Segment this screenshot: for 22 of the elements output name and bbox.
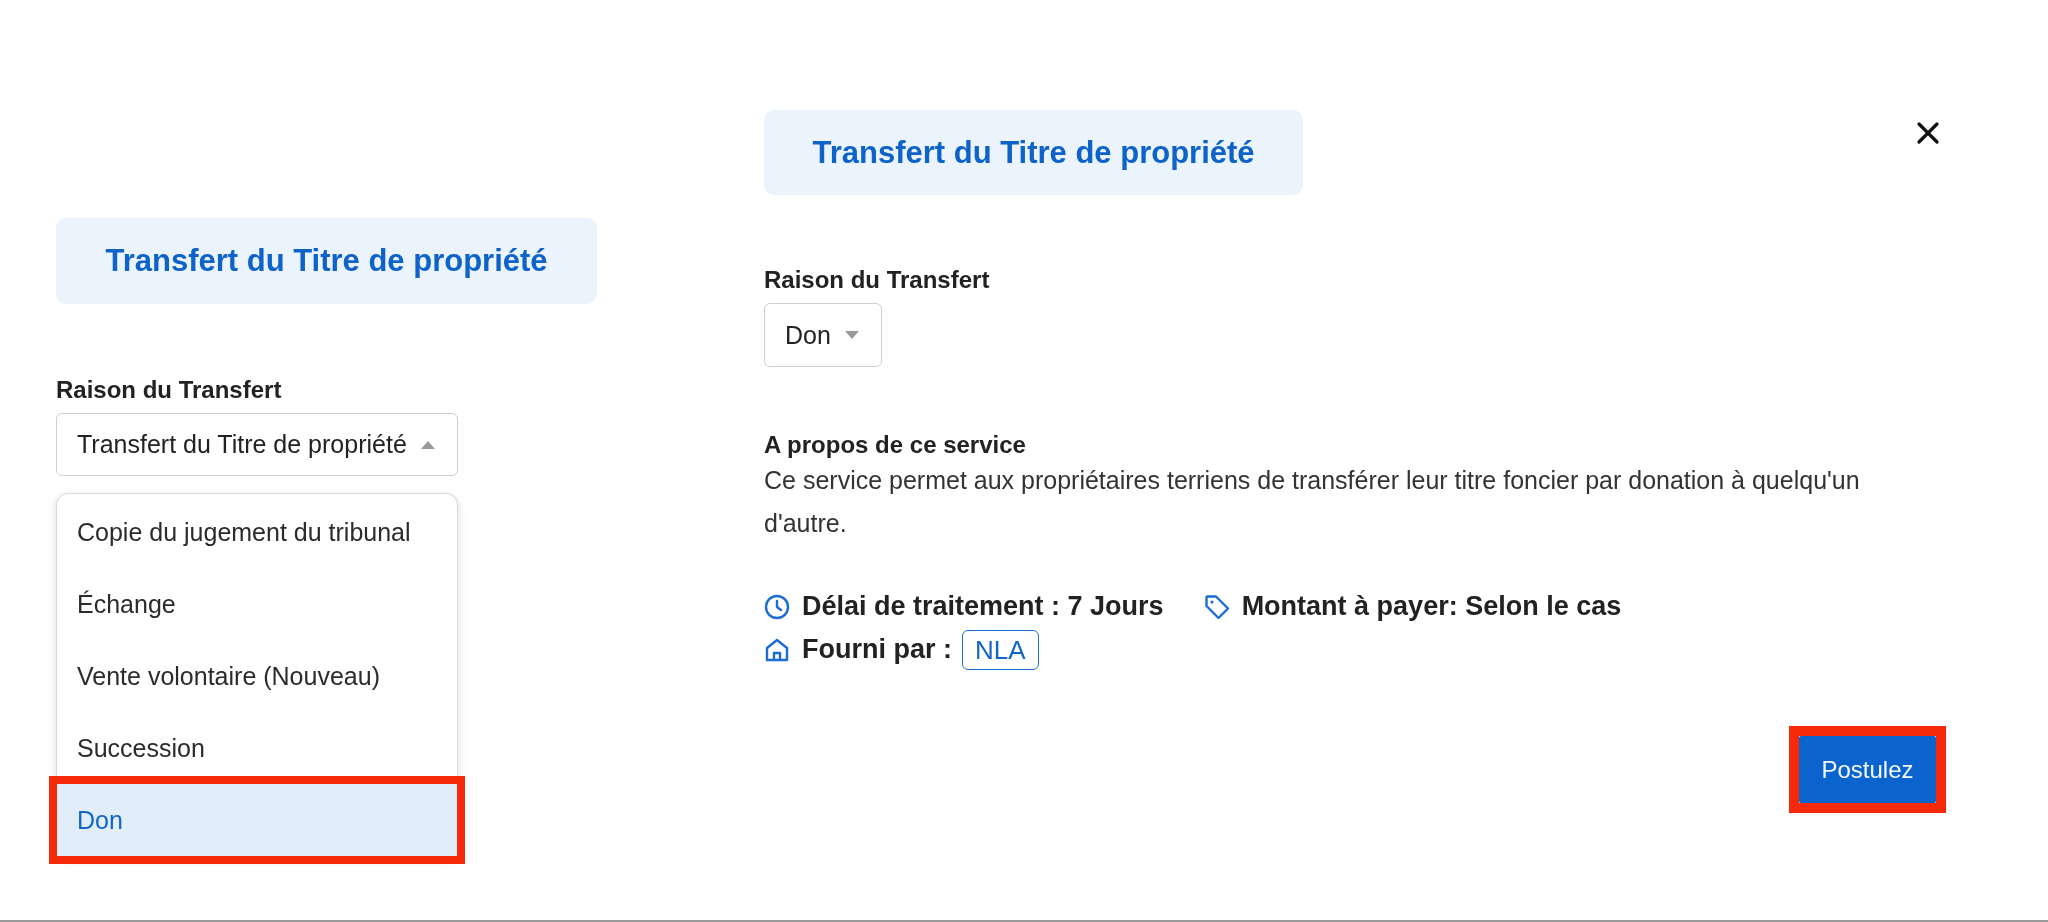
field-label: Raison du Transfert xyxy=(56,376,283,404)
close-icon[interactable] xyxy=(1916,121,1940,145)
apply-button[interactable]: Postulez xyxy=(1799,736,1936,803)
tag-icon xyxy=(1203,593,1230,620)
title-banner: Transfert du Titre de propriété xyxy=(56,218,597,304)
section-heading: A propos de ce service xyxy=(764,431,1026,459)
provider-badge: NLA xyxy=(962,629,1039,670)
reason-select[interactable]: Transfert du Titre de propriété xyxy=(56,413,458,476)
dropdown-option[interactable]: Copie du jugement du tribunal xyxy=(57,496,457,568)
title-banner: Transfert du Titre de propriété xyxy=(764,110,1303,195)
processing-time-text: Délai de traitement : 7 Jours xyxy=(802,591,1164,622)
provider-label: Fourni par : xyxy=(802,634,952,665)
reason-select[interactable]: Don xyxy=(764,303,882,367)
dropdown-option[interactable]: Vente volontaire (Nouveau) xyxy=(57,640,457,712)
dropdown-option[interactable]: Don xyxy=(57,784,457,856)
house-icon xyxy=(764,636,790,663)
dropdown-option[interactable]: Échange xyxy=(57,568,457,640)
description-text: Ce service permet aux propriétaires terriens de transférer leur titre foncier par donation à quelqu'un d'autre. xyxy=(764,465,1861,539)
fee-text: Montant à payer: Selon le cas xyxy=(1241,591,1622,622)
clock-icon xyxy=(764,593,790,620)
dropdown-option[interactable]: Succession xyxy=(57,712,457,784)
field-label: Raison du Transfert xyxy=(764,266,990,294)
